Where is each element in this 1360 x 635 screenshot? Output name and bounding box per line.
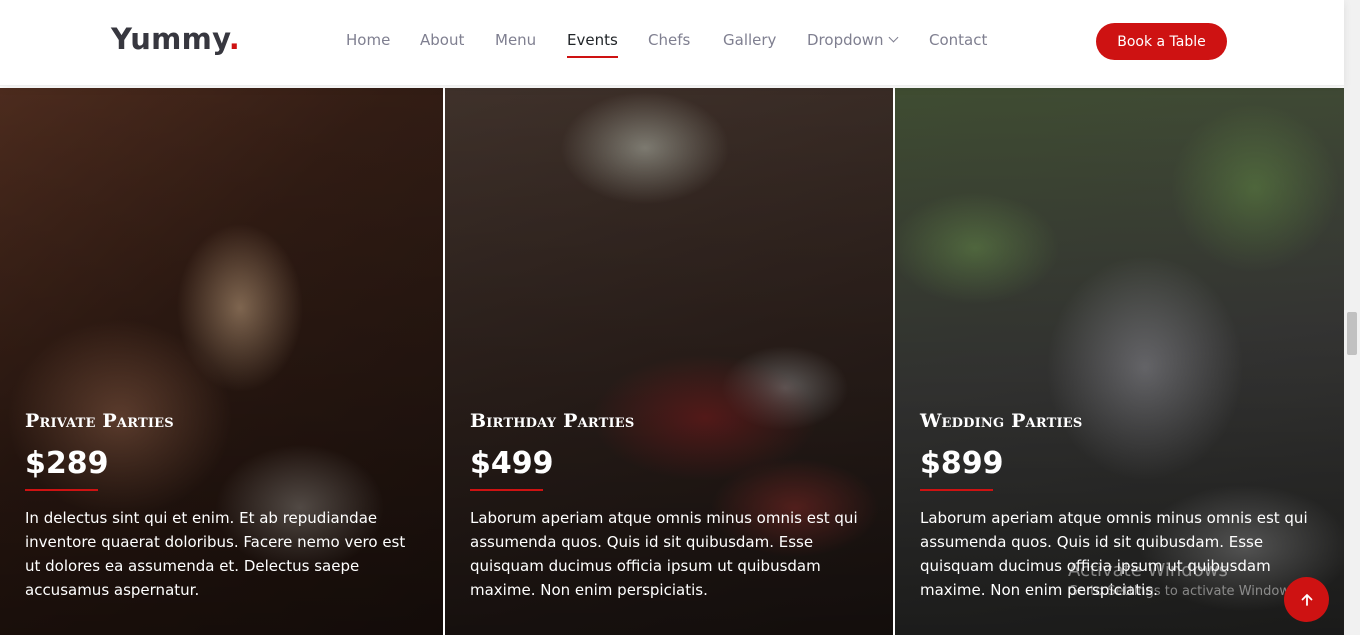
nav-home[interactable]: Home [346,31,390,49]
scrollbar-thumb[interactable] [1347,312,1357,355]
event-price: $289 [25,446,109,481]
logo-dot: . [228,22,241,56]
price-underline [470,489,543,491]
event-price: $499 [470,446,554,481]
nav-chefs[interactable]: Chefs [648,31,690,49]
back-to-top-button[interactable] [1284,577,1329,622]
event-title: Private Parties [25,410,174,432]
windows-watermark-subtitle: Go to Settings to activate Windows. [1068,584,1301,599]
arrow-up-icon [1301,593,1312,606]
windows-watermark-title: Activate Windows [1068,560,1228,581]
nav-gallery[interactable]: Gallery [723,31,776,49]
price-underline [920,489,993,491]
chevron-down-icon [888,32,899,43]
event-description: Laborum aperiam atque omnis minus omnis … [470,509,858,599]
nav-dropdown-label: Dropdown [807,31,884,49]
site-header: Yummy. Home About Menu Events Chefs Gall… [0,0,1344,86]
nav-events[interactable]: Events [567,31,618,58]
event-card-birthday[interactable]: Birthday Parties $499 Laborum aperiam at… [445,88,893,635]
nav-menu[interactable]: Menu [495,31,536,49]
event-card-wedding[interactable]: Wedding Parties $899 Laborum aperiam atq… [895,88,1344,635]
price-underline [25,489,98,491]
events-section: Private Parties $289 In delectus sint qu… [0,88,1344,635]
nav-about[interactable]: About [420,31,464,49]
page-scrollbar[interactable] [1344,0,1360,635]
logo[interactable]: Yummy. [111,22,240,56]
nav-dropdown[interactable]: Dropdown [807,31,899,49]
event-title: Wedding Parties [920,410,1083,432]
event-title: Birthday Parties [470,410,635,432]
logo-text: Yummy [111,22,229,56]
event-card-private[interactable]: Private Parties $289 In delectus sint qu… [0,88,443,635]
nav-contact[interactable]: Contact [929,31,987,49]
event-description: In delectus sint qui et enim. Et ab repu… [25,509,406,599]
book-table-button[interactable]: Book a Table [1096,23,1227,60]
event-price: $899 [920,446,1004,481]
